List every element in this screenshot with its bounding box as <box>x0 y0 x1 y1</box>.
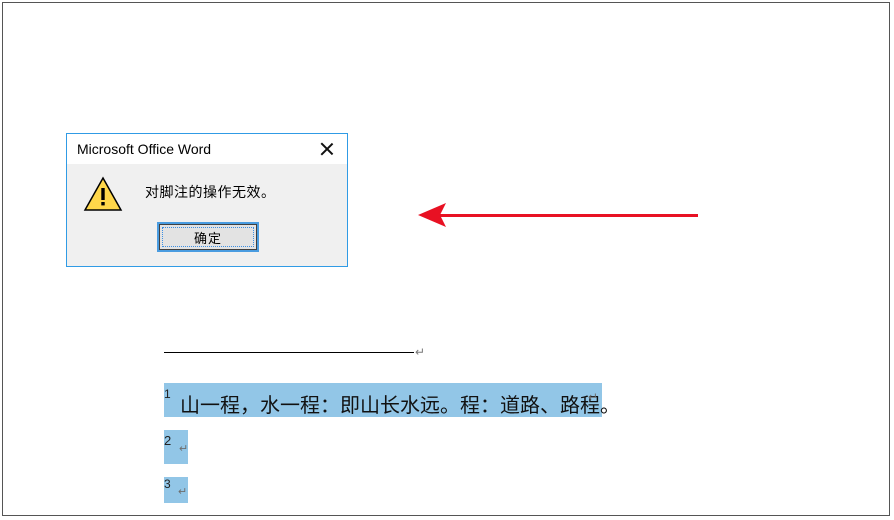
dialog-message: 对脚注的操作无效。 <box>145 182 276 202</box>
footnote-separator <box>164 352 414 353</box>
footnote-highlight-3[interactable]: 3 ↵ <box>164 477 188 503</box>
paragraph-mark-icon: ↵ <box>588 390 598 404</box>
arrow-shaft <box>438 214 698 217</box>
footnote-number: 2 <box>164 433 171 448</box>
message-dialog: Microsoft Office Word 对脚注的操作无效。 确定 <box>66 133 348 267</box>
warning-icon <box>83 176 123 212</box>
paragraph-mark-icon: ↵ <box>178 485 187 498</box>
arrow-head-icon <box>418 203 446 227</box>
dialog-titlebar[interactable]: Microsoft Office Word <box>67 134 347 164</box>
footnote-text[interactable]: 山一程，水一程：即山长水远。程：道路、路程。 <box>166 384 630 423</box>
annotation-arrow <box>418 198 698 232</box>
close-icon <box>320 142 334 156</box>
ok-button-label: 确定 <box>194 228 222 247</box>
dialog-close-button[interactable] <box>317 139 337 159</box>
document-page: ↵ 1 山一程，水一程：即山长水远。程：道路、路程。 ↵ 2 ↵ 3 ↵ Mic… <box>2 2 890 516</box>
dialog-body: 对脚注的操作无效。 确定 <box>67 164 347 267</box>
paragraph-mark-icon: ↵ <box>415 345 425 359</box>
paragraph-mark-icon: ↵ <box>179 442 188 455</box>
footnote-highlight-2[interactable]: 2 ↵ <box>164 430 188 464</box>
footnote-number: 3 <box>164 477 171 491</box>
ok-button[interactable]: 确定 <box>159 224 257 250</box>
dialog-title: Microsoft Office Word <box>77 141 211 157</box>
